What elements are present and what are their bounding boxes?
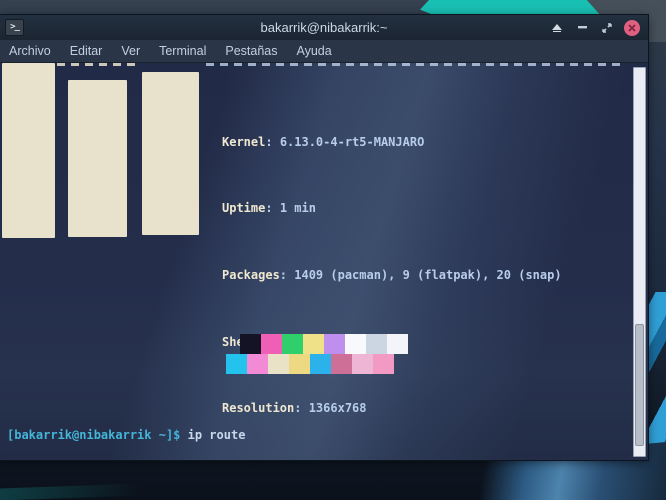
manjaro-logo-bar xyxy=(68,80,127,237)
palette-swatch xyxy=(289,354,310,374)
maximize-button[interactable] xyxy=(599,20,615,36)
menu-item-pestanas[interactable]: Pestañas xyxy=(225,44,277,58)
info-value: 1409 (pacman), 9 (flatpak), 20 (snap) xyxy=(294,268,561,282)
shade-button[interactable] xyxy=(549,20,565,36)
clipped-separator-dashes xyxy=(206,63,626,66)
color-palette-row-2 xyxy=(226,354,394,374)
shell-history: [bakarrik@nibakarrik ~]$ ip route defaul… xyxy=(7,393,563,460)
info-key: Uptime xyxy=(222,201,265,215)
color-palette-row-1 xyxy=(240,334,408,354)
palette-swatch xyxy=(366,334,387,354)
palette-swatch xyxy=(310,354,331,374)
menubar: Archivo Editar Ver Terminal Pestañas Ayu… xyxy=(0,40,648,63)
menu-item-archivo[interactable]: Archivo xyxy=(9,44,51,58)
terminal-window: >_ bakarrik@nibakarrik:~ Archivo Editar … xyxy=(0,15,648,460)
close-button[interactable] xyxy=(624,20,640,36)
palette-swatch xyxy=(324,334,345,354)
manjaro-logo-bar xyxy=(2,63,55,238)
clipped-separator-dashes xyxy=(57,63,139,66)
wallpaper-teal-streak xyxy=(0,484,140,500)
menu-item-ayuda[interactable]: Ayuda xyxy=(296,44,331,58)
command-text: ip route xyxy=(180,428,245,442)
terminal-screen[interactable]: Kernel: 6.13.0-4-rt5-MANJARO Uptime: 1 m… xyxy=(0,63,648,460)
palette-swatch xyxy=(282,334,303,354)
minimize-button[interactable] xyxy=(574,20,590,36)
palette-swatch xyxy=(373,354,394,374)
palette-swatch xyxy=(261,334,282,354)
palette-swatch xyxy=(268,354,289,374)
palette-swatch xyxy=(240,334,261,354)
info-value: 6.13.0-4-rt5-MANJARO xyxy=(280,135,425,149)
palette-swatch xyxy=(331,354,352,374)
palette-swatch xyxy=(345,334,366,354)
info-key: Packages xyxy=(222,268,280,282)
info-key: Kernel xyxy=(222,135,265,149)
prompt-label: [bakarrik@nibakarrik ~]$ xyxy=(7,428,180,442)
palette-swatch xyxy=(247,354,268,374)
menu-item-ver[interactable]: Ver xyxy=(121,44,140,58)
info-line: Uptime: 1 min xyxy=(222,200,562,217)
titlebar[interactable]: >_ bakarrik@nibakarrik:~ xyxy=(0,15,648,40)
manjaro-logo-bar xyxy=(142,72,199,235)
info-line: Packages: 1409 (pacman), 9 (flatpak), 20… xyxy=(222,267,562,284)
info-value: 1 min xyxy=(280,201,316,215)
menu-item-terminal[interactable]: Terminal xyxy=(159,44,206,58)
command-line: [bakarrik@nibakarrik ~]$ ip route xyxy=(7,427,563,444)
palette-swatch xyxy=(352,354,373,374)
scrollbar-thumb[interactable] xyxy=(635,324,644,446)
info-line: Kernel: 6.13.0-4-rt5-MANJARO xyxy=(222,134,562,151)
menu-item-editar[interactable]: Editar xyxy=(70,44,103,58)
scrollbar-track[interactable] xyxy=(633,67,646,457)
palette-swatch xyxy=(303,334,324,354)
palette-swatch xyxy=(387,334,408,354)
palette-swatch xyxy=(226,354,247,374)
